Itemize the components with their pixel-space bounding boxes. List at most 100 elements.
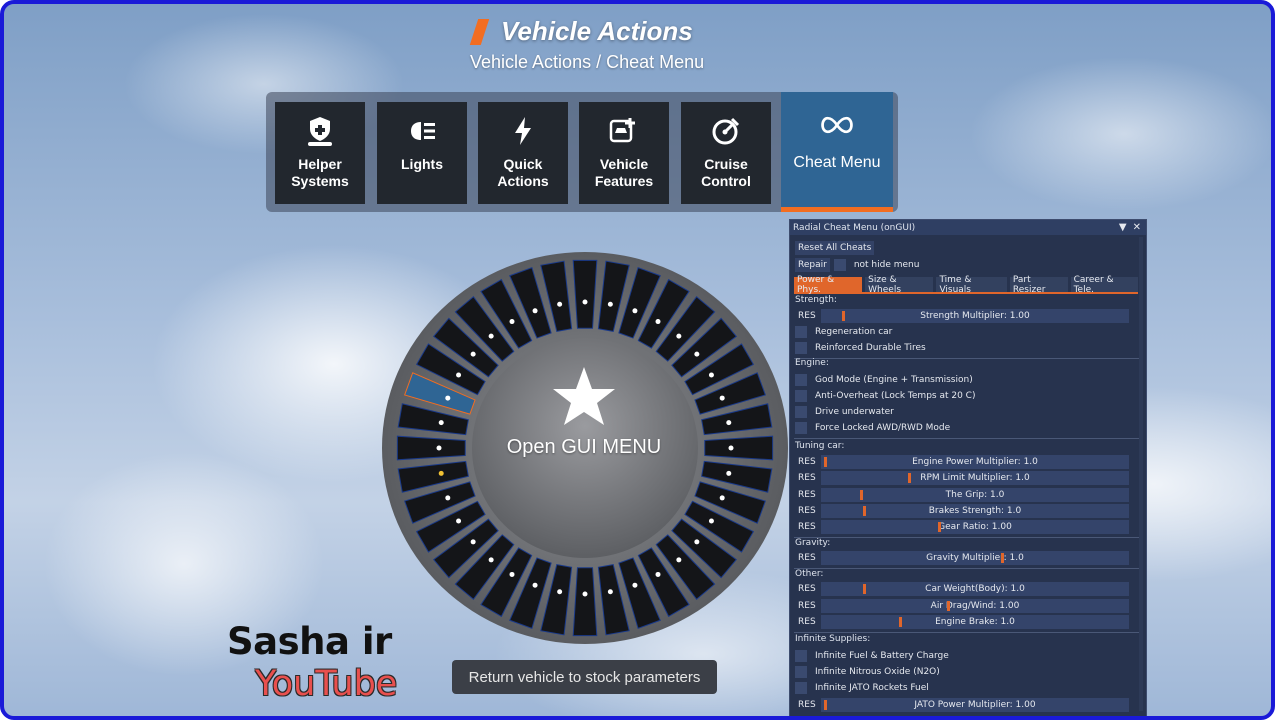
res-button[interactable]: RES <box>795 488 819 502</box>
slider-knob[interactable] <box>824 457 827 467</box>
slot-icon <box>445 395 451 401</box>
slot-icon <box>632 582 638 588</box>
res-button[interactable]: RES <box>795 599 819 613</box>
slider-knob[interactable] <box>1001 553 1004 563</box>
tab-label: Cheat Menu <box>793 154 881 171</box>
check-label: Regeneration car <box>815 327 893 337</box>
slot-icon <box>509 319 515 325</box>
tab-cheat-menu[interactable]: Cheat Menu <box>781 92 893 212</box>
section-gravity: Gravity: <box>795 538 831 548</box>
slider-label: Car Weight(Body): 1.0 <box>925 584 1025 594</box>
repair-button[interactable]: Repair <box>795 258 830 272</box>
panel-scrollbar[interactable] <box>1139 237 1143 711</box>
cheat-menu-panel: Radial Cheat Menu (onGUI) ▼ ✕ Reset All C… <box>789 219 1147 716</box>
tab-lights[interactable]: Lights <box>377 102 467 204</box>
tab-career-tele[interactable]: Career & Tele. <box>1070 275 1138 295</box>
god-mode-checkbox[interactable] <box>795 374 807 386</box>
tab-part-resizer[interactable]: Part Resizer <box>1009 275 1068 295</box>
res-button[interactable]: RES <box>795 504 819 518</box>
regeneration-checkbox[interactable] <box>795 326 807 338</box>
slot-icon <box>676 557 682 563</box>
res-button[interactable]: RES <box>795 455 819 469</box>
check-label: Reinforced Durable Tires <box>815 343 926 353</box>
check-label: Infinite Fuel & Battery Charge <box>815 651 949 661</box>
slot-icon <box>607 301 613 307</box>
anti-overheat-checkbox[interactable] <box>795 390 807 402</box>
collapse-icon[interactable]: ▼ <box>1119 222 1127 233</box>
strength-slider[interactable]: RES Strength Multiplier: 1.00 <box>795 309 1129 323</box>
slider-knob[interactable] <box>908 473 911 483</box>
infinite-jato-checkbox[interactable] <box>795 682 807 694</box>
open-gui-menu-label: Open GUI MENU <box>506 436 662 458</box>
tab-size-wheels[interactable]: Size & Wheels <box>865 275 934 295</box>
slider-label: Gravity Multiplier: 1.0 <box>926 553 1024 563</box>
slider-label: The Grip: 1.0 <box>945 490 1005 500</box>
res-button[interactable]: RES <box>795 309 819 323</box>
air-drag-slider[interactable]: RES Air Drag/Wind: 1.00 <box>795 599 1129 613</box>
slot-icon <box>436 445 442 451</box>
infinite-nitrous-checkbox[interactable] <box>795 666 807 678</box>
tab-power-phys[interactable]: Power & Phys. <box>794 275 863 295</box>
reset-all-cheats-button[interactable]: Reset All Cheats <box>795 241 875 255</box>
slider-label: Engine Brake: 1.0 <box>935 617 1015 627</box>
res-button[interactable]: RES <box>795 615 819 629</box>
jato-power-slider[interactable]: RES JATO Power Multiplier: 1.00 <box>795 698 1129 712</box>
force-awd-checkbox[interactable] <box>795 422 807 434</box>
car-weight-slider[interactable]: RES Car Weight(Body): 1.0 <box>795 582 1129 596</box>
tab-time-visuals[interactable]: Time & Visuals <box>936 275 1007 295</box>
slot-icon <box>438 470 444 476</box>
res-button[interactable]: RES <box>795 471 819 485</box>
radial-slot[interactable] <box>572 259 598 329</box>
slot-icon <box>445 495 451 501</box>
slider-label: Engine Power Multiplier: 1.0 <box>912 457 1038 467</box>
slider-knob[interactable] <box>863 506 866 516</box>
slot-icon <box>557 301 563 307</box>
gear-ratio-slider[interactable]: RES Gear Ratio: 1.00 <box>795 520 1129 534</box>
slider-knob[interactable] <box>863 584 866 594</box>
close-icon[interactable]: ✕ <box>1133 222 1141 233</box>
slider-knob[interactable] <box>860 490 863 500</box>
brakes-strength-slider[interactable]: RES Brakes Strength: 1.0 <box>795 504 1129 518</box>
radial-slot[interactable] <box>704 435 774 461</box>
infinite-fuel-checkbox[interactable] <box>795 650 807 662</box>
engine-power-slider[interactable]: RES Engine Power Multiplier: 1.0 <box>795 455 1129 469</box>
tab-label: Helper Systems <box>291 156 349 189</box>
res-button[interactable]: RES <box>795 520 819 534</box>
tab-cruise-control[interactable]: Cruise Control <box>681 102 771 204</box>
slot-icon <box>632 308 638 314</box>
gravity-slider[interactable]: RES Gravity Multiplier: 1.0 <box>795 551 1129 565</box>
tab-quick-actions[interactable]: Quick Actions <box>478 102 568 204</box>
rpm-limit-slider[interactable]: RES RPM Limit Multiplier: 1.0 <box>795 471 1129 485</box>
slider-knob[interactable] <box>938 522 941 532</box>
slot-icon <box>655 319 661 325</box>
reinforced-tires-checkbox[interactable] <box>795 342 807 354</box>
slot-icon <box>694 539 700 545</box>
slot-icon <box>488 557 494 563</box>
engine-brake-slider[interactable]: RES Engine Brake: 1.0 <box>795 615 1129 629</box>
res-button[interactable]: RES <box>795 582 819 596</box>
radial-slot[interactable] <box>572 567 598 637</box>
slider-label: Gear Ratio: 1.00 <box>938 522 1012 532</box>
slider-knob[interactable] <box>947 601 950 611</box>
slider-label: JATO Power Multiplier: 1.00 <box>914 700 1036 710</box>
breadcrumb: Vehicle Actions / Cheat Menu <box>470 52 705 72</box>
drive-underwater-checkbox[interactable] <box>795 406 807 418</box>
slider-knob[interactable] <box>899 617 902 627</box>
slot-icon <box>676 333 682 339</box>
res-button[interactable]: RES <box>795 551 819 565</box>
tab-vehicle-features[interactable]: Vehicle Features <box>579 102 669 204</box>
return-stock-button[interactable]: Return vehicle to stock parameters <box>452 660 717 694</box>
panel-title-bar[interactable]: Radial Cheat Menu (onGUI) ▼ ✕ <box>790 220 1146 235</box>
not-hide-menu-checkbox[interactable] <box>833 259 846 271</box>
slider-knob[interactable] <box>842 311 845 321</box>
tab-helper-systems[interactable]: Helper Systems <box>275 102 365 204</box>
infinity-icon <box>820 108 854 142</box>
lightning-icon <box>506 114 540 148</box>
slot-icon <box>655 571 661 577</box>
slot-icon <box>719 395 725 401</box>
panel-title: Radial Cheat Menu (onGUI) <box>793 222 916 233</box>
radial-slot[interactable] <box>396 435 466 461</box>
slider-knob[interactable] <box>824 700 827 710</box>
grip-slider[interactable]: RES The Grip: 1.0 <box>795 488 1129 502</box>
res-button[interactable]: RES <box>795 698 819 712</box>
